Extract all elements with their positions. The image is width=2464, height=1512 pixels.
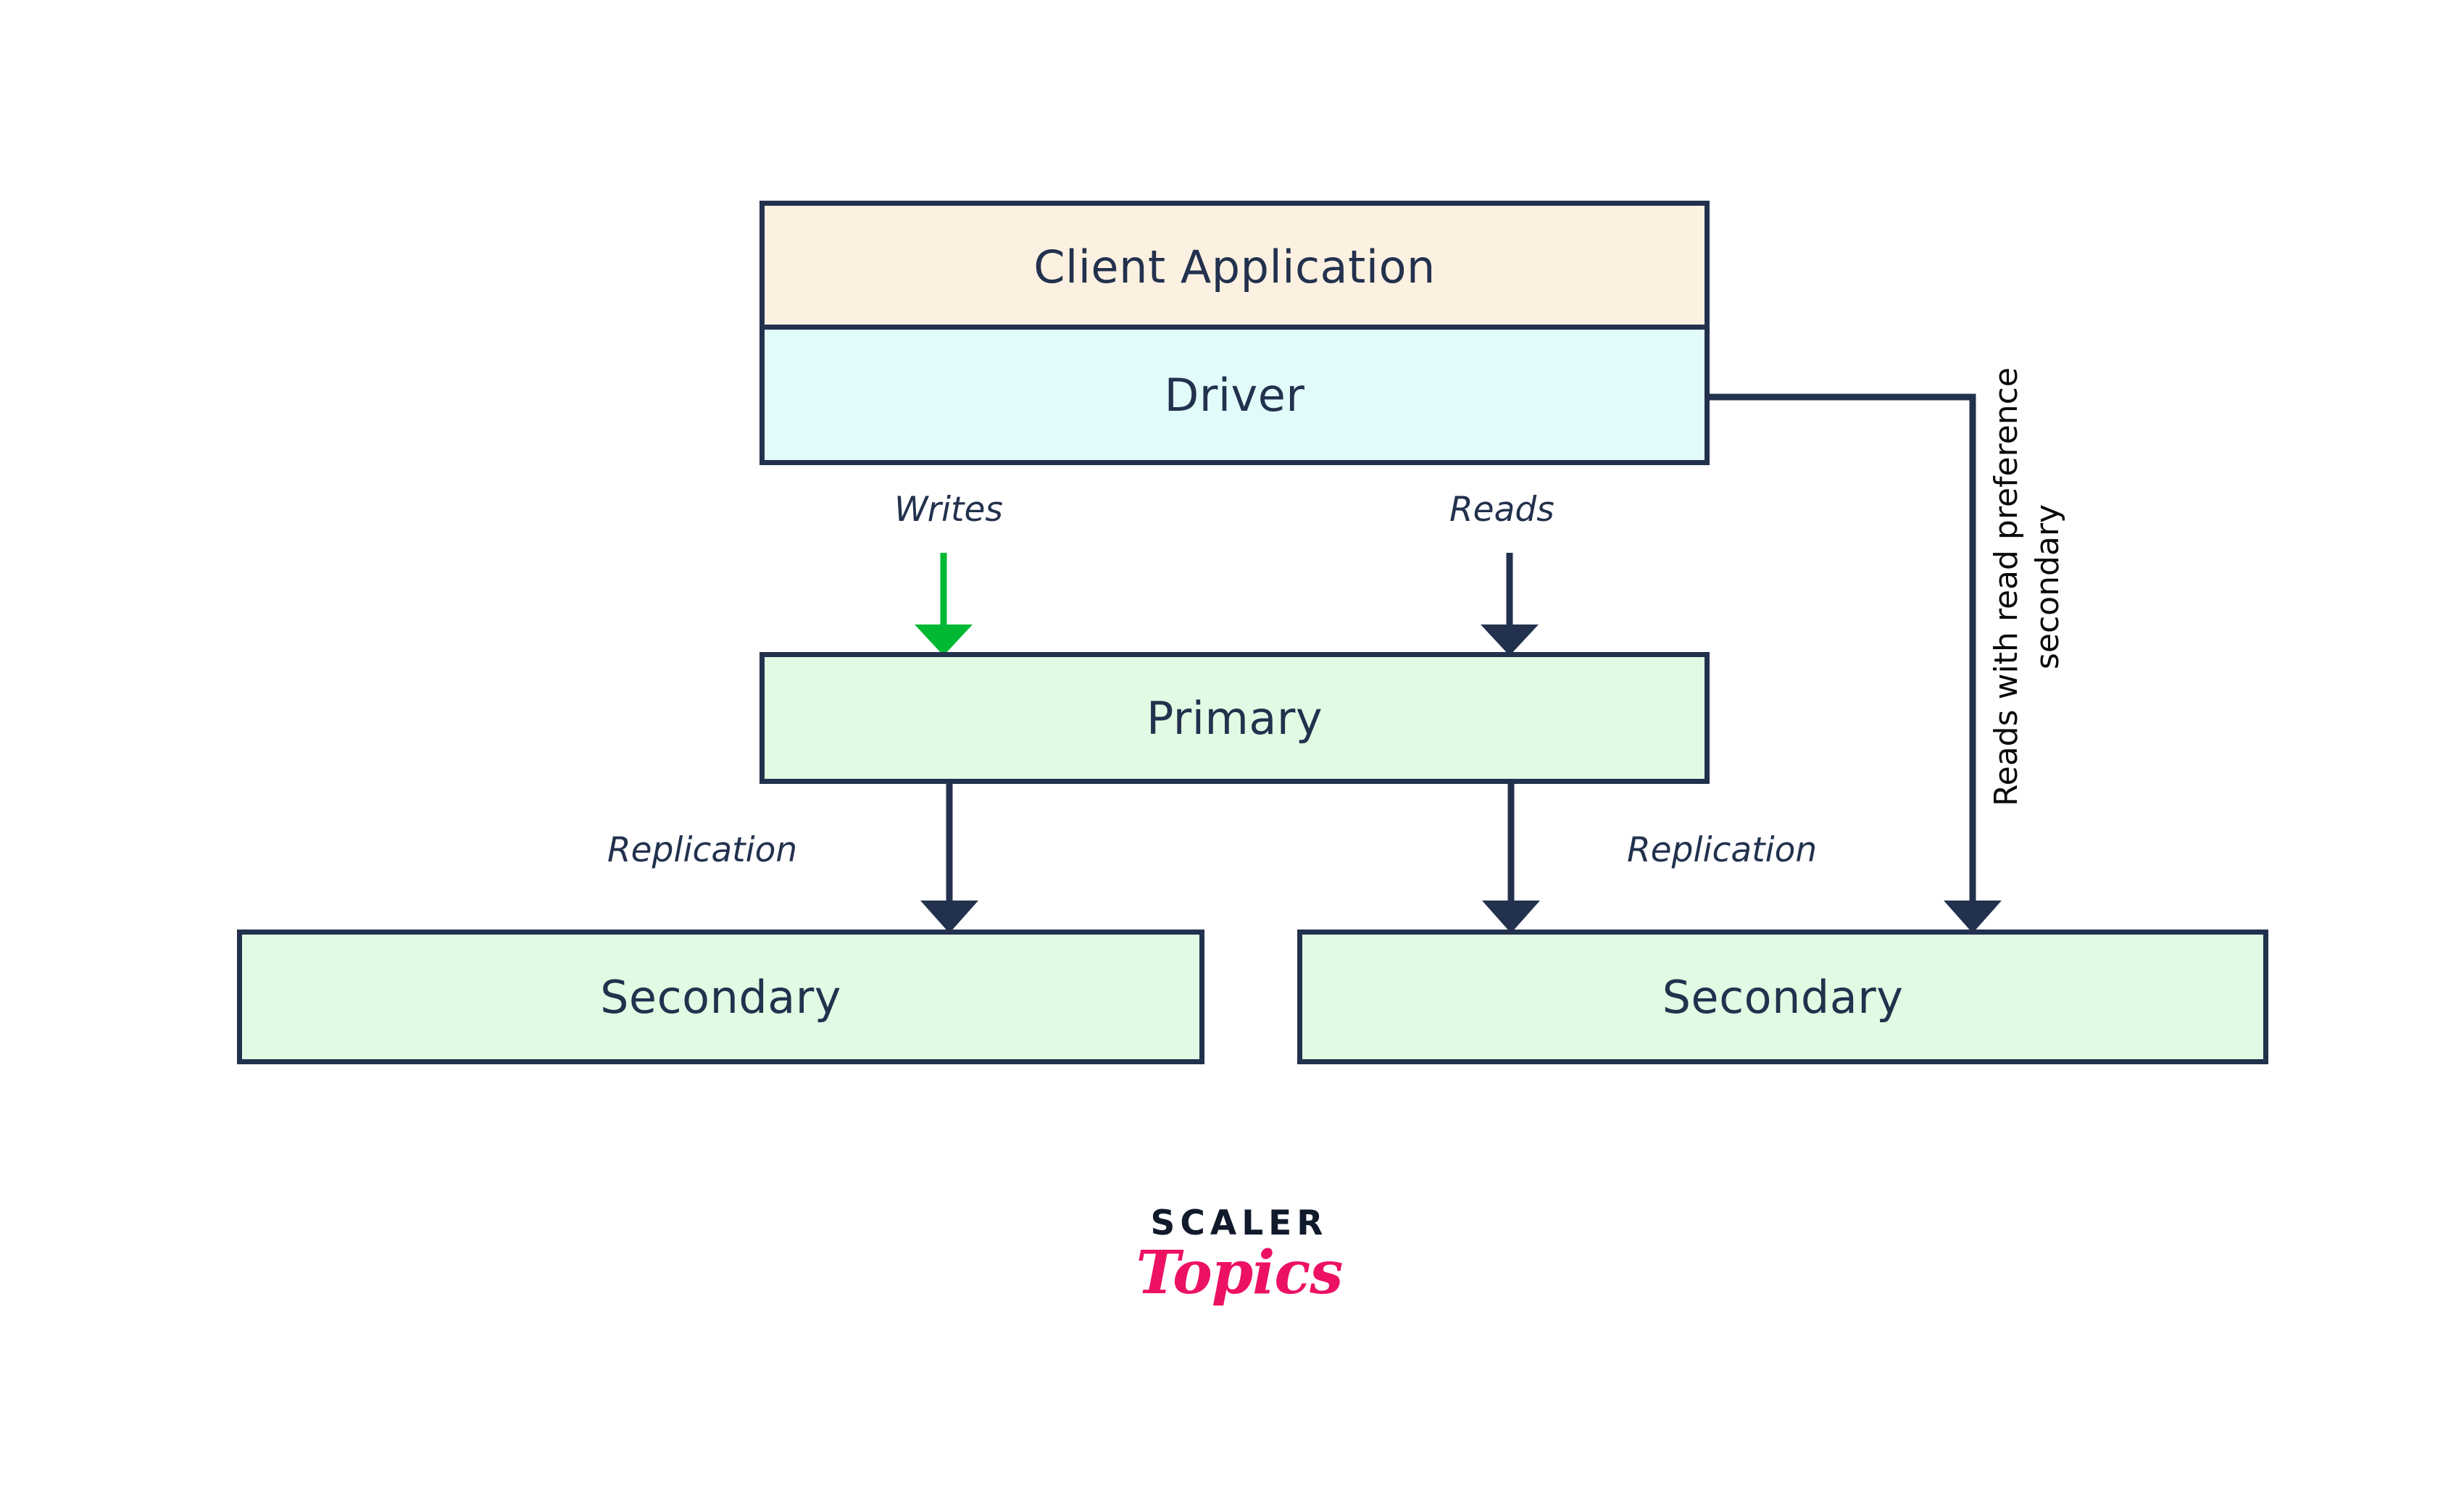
edge-label-read-preference-secondary: Reads with read preference secondary [1988,367,2067,806]
node-driver[interactable]: Driver [759,325,1710,465]
node-client-application[interactable]: Client Application [759,201,1710,327]
node-primary[interactable]: Primary [759,652,1710,784]
scaler-topics-logo: SCALER Topics [1109,1206,1370,1304]
replication-left-arrow [920,784,978,933]
logo-scaler-wordmark: SCALER [1150,1203,1328,1243]
node-secondary-right[interactable]: Secondary [1297,930,2268,1064]
logo-topics-wordmark: Topics [1136,1238,1344,1308]
edge-label-reads: Reads [1449,490,1554,530]
edge-label-replication-left: Replication [607,830,798,870]
node-secondary-left[interactable]: Secondary [237,930,1204,1064]
writes-arrow [915,553,973,656]
diagram-canvas: Client Application Driver Primary Second… [0,0,2464,1512]
replication-right-arrow [1482,784,1540,933]
reads-arrow [1481,553,1539,656]
edge-label-writes: Writes [894,490,1003,530]
edge-label-replication-right: Replication [1627,830,1818,870]
